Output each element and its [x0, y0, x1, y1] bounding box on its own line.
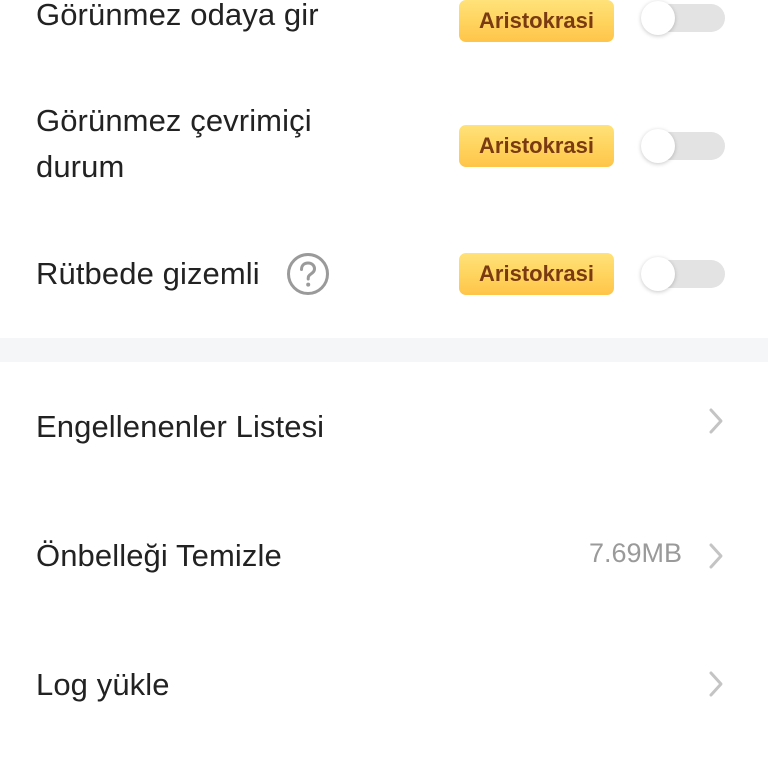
toggle-mysterious-rank[interactable] — [641, 257, 725, 291]
section-divider — [0, 338, 768, 362]
setting-label-line2: durum — [36, 149, 125, 184]
question-circle-icon[interactable] — [286, 252, 330, 296]
setting-label-invisible-online: Görünmez çevrimiçi durum — [36, 98, 312, 190]
menu-row-blocked-list[interactable]: Engellenenler Listesi — [0, 398, 768, 456]
toggle-knob — [641, 1, 675, 35]
aristocracy-badge-invisible-room: Aristokrasi — [459, 0, 614, 42]
toggle-invisible-room[interactable] — [641, 1, 725, 35]
menu-label-clear-cache: Önbelleği Temizle — [36, 538, 282, 573]
chevron-right-icon — [709, 408, 723, 434]
toggle-knob — [641, 257, 675, 291]
setting-label-line1: Görünmez çevrimiçi — [36, 103, 312, 138]
cache-size-value: 7.69MB — [588, 538, 682, 568]
aristocracy-badge-invisible-online: Aristokrasi — [459, 125, 614, 167]
menu-label-upload-log: Log yükle — [36, 667, 170, 702]
settings-screen: Görünmez odaya gir Aristokrasi Görünmez … — [0, 0, 768, 768]
chevron-right-icon — [709, 543, 723, 569]
chevron-right-icon — [709, 671, 723, 697]
aristocracy-badge-mysterious-rank: Aristokrasi — [459, 253, 614, 295]
menu-row-upload-log[interactable]: Log yükle — [0, 656, 768, 714]
menu-label-blocked-list: Engellenenler Listesi — [36, 409, 325, 444]
setting-label-invisible-room: Görünmez odaya gir — [36, 0, 319, 32]
toggle-invisible-online[interactable] — [641, 129, 725, 163]
toggle-knob — [641, 129, 675, 163]
setting-label-mysterious-rank: Rütbede gizemli — [36, 256, 260, 291]
